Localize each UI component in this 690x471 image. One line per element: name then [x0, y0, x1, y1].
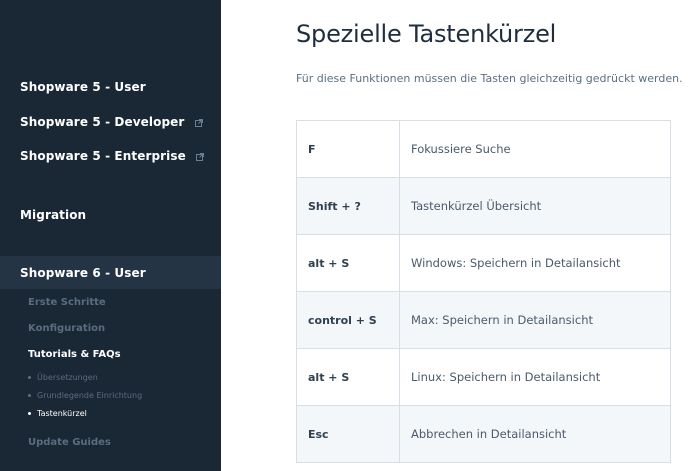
nav-item-shopware5-developer[interactable]: Shopware 5 - Developer	[20, 115, 203, 129]
sub-item-label: Tutorials & FAQs	[28, 349, 121, 360]
shortcut-key: F	[297, 121, 400, 177]
bullet-item-grundlegende-einrichtung[interactable]: Grundlegende Einrichtung	[28, 391, 142, 400]
bullet-dot-icon	[28, 394, 31, 397]
sidebar: Shopware 5 - User Shopware 5 - Developer…	[0, 0, 221, 471]
nav-item-label: Shopware 6 - User	[20, 266, 146, 280]
table-row: control + S Max: Speichern in Detailansi…	[297, 292, 670, 349]
sub-item-erste-schritte[interactable]: Erste Schritte	[28, 297, 106, 308]
shortcut-key: Esc	[297, 406, 400, 462]
shortcut-key: Shift + ?	[297, 178, 400, 234]
shortcut-key: control + S	[297, 292, 400, 348]
shortcut-description: Abbrechen in Detailansicht	[411, 427, 567, 441]
nav-item-shopware6-user[interactable]: Shopware 6 - User	[20, 266, 146, 280]
bullet-item-tastenkuerzel[interactable]: Tastenkürzel	[28, 409, 87, 418]
sub-item-konfiguration[interactable]: Konfiguration	[28, 323, 105, 334]
nav-item-shopware5-enterprise[interactable]: Shopware 5 - Enterprise	[20, 149, 205, 163]
sub-item-update-guides[interactable]: Update Guides	[28, 437, 111, 448]
bullet-dot-icon	[28, 376, 31, 379]
external-link-icon	[194, 118, 203, 127]
shortcut-description: Fokussiere Suche	[411, 142, 511, 156]
sub-item-tutorials-faqs[interactable]: Tutorials & FAQs	[28, 349, 121, 360]
bullet-item-uebersetzungen[interactable]: Übersetzungen	[28, 373, 98, 382]
sub-item-label: Update Guides	[28, 437, 111, 448]
page-title: Spezielle Tastenkürzel	[296, 20, 557, 48]
main-content: Spezielle Tastenkürzel Für diese Funktio…	[221, 0, 690, 471]
sub-item-label: Konfiguration	[28, 323, 106, 334]
table-row: Shift + ? Tastenkürzel Übersicht	[297, 178, 670, 235]
external-link-icon	[196, 152, 205, 161]
nav-item-label: Migration	[20, 208, 87, 222]
bullet-dot-icon	[28, 412, 31, 415]
shortcut-description: Windows: Speichern in Detailansicht	[411, 256, 621, 270]
bullet-item-label: Grundlegende Einrichtung	[37, 391, 143, 400]
nav-item-shopware5-user[interactable]: Shopware 5 - User	[20, 80, 146, 94]
shortcut-table: F Fokussiere Suche Shift + ? Tastenkürze…	[296, 120, 671, 463]
bullet-item-label: Übersetzungen	[37, 373, 98, 382]
table-row: alt + S Windows: Speichern in Detailansi…	[297, 235, 670, 292]
shortcut-description: Linux: Speichern in Detailansicht	[411, 370, 601, 384]
table-row: F Fokussiere Suche	[297, 121, 670, 178]
bullet-item-label: Tastenkürzel	[37, 409, 87, 418]
intro-text: Für diese Funktionen müssen die Tasten g…	[296, 72, 683, 85]
table-row: alt + S Linux: Speichern in Detailansich…	[297, 349, 670, 406]
shortcut-description: Tastenkürzel Übersicht	[411, 199, 542, 213]
nav-item-label: Shopware 5 - Enterprise	[20, 149, 186, 163]
sub-item-label: Erste Schritte	[28, 297, 106, 308]
shortcut-description: Max: Speichern in Detailansicht	[411, 313, 593, 327]
nav-item-migration[interactable]: Migration	[20, 208, 86, 222]
nav-item-label: Shopware 5 - User	[20, 80, 146, 94]
nav-item-label: Shopware 5 - Developer	[20, 115, 185, 129]
shortcut-key: alt + S	[297, 349, 400, 405]
shortcut-key: alt + S	[297, 235, 400, 291]
table-row: Esc Abbrechen in Detailansicht	[297, 406, 670, 463]
